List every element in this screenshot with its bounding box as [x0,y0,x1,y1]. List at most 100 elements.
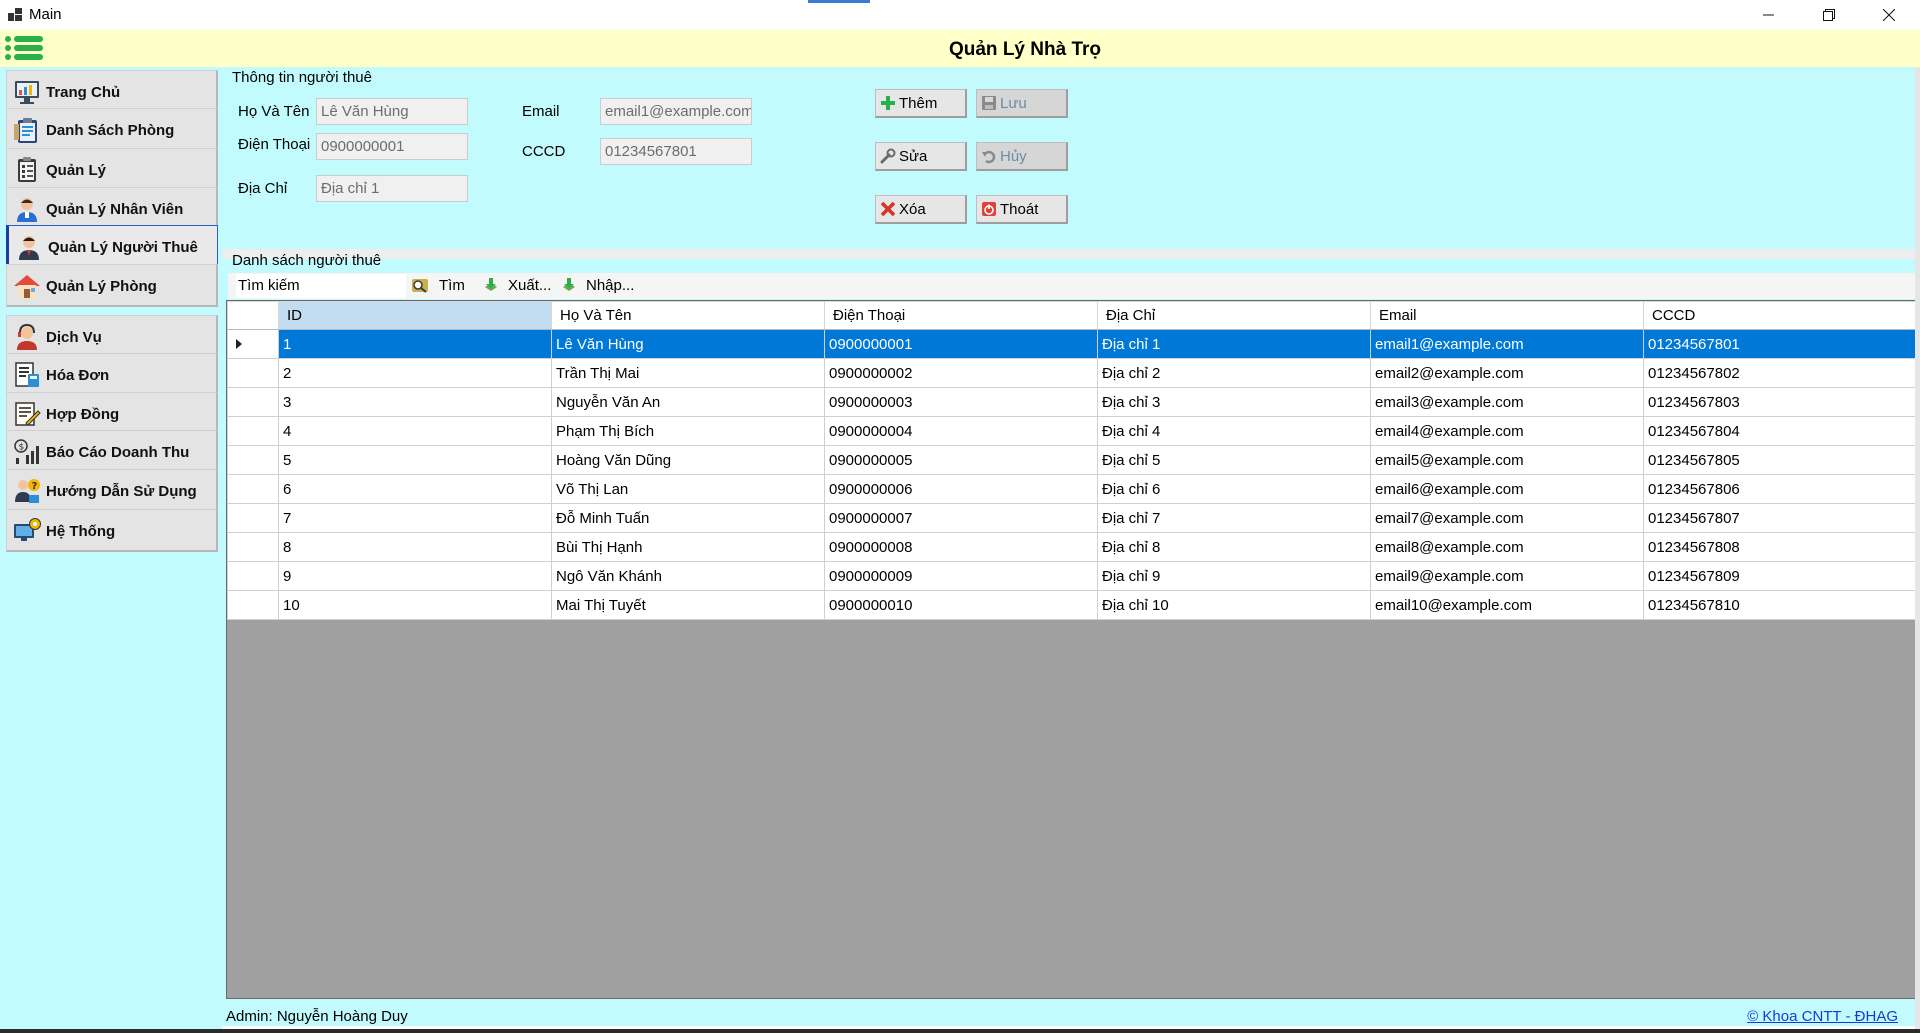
add-button[interactable]: Thêm [875,89,967,118]
column-header-email[interactable]: Email [1370,301,1644,330]
row-header[interactable] [227,416,279,446]
cell-email[interactable]: email9@example.com [1370,561,1644,591]
cell-id[interactable]: 3 [278,387,552,417]
table-row[interactable]: 5 Hoàng Văn Dũng 0900000005 Địa chỉ 5 em… [227,445,1918,475]
close-button[interactable] [1860,0,1918,30]
column-header-name[interactable]: Họ Và Tên [551,301,825,330]
cell-name[interactable]: Bùi Thị Hạnh [551,532,825,562]
cell-email[interactable]: email4@example.com [1370,416,1644,446]
sidebar-item-bao-cao-doanh-thu[interactable]: $ Báo Cáo Doanh Thu [6,430,218,473]
cell-phone[interactable]: 0900000008 [824,532,1098,562]
cell-cccd[interactable]: 01234567801 [1643,329,1918,359]
cell-email[interactable]: email7@example.com [1370,503,1644,533]
restore-button[interactable] [1800,0,1858,30]
cell-cccd[interactable]: 01234567803 [1643,387,1918,417]
cell-cccd[interactable]: 01234567802 [1643,358,1918,388]
column-header-id[interactable]: ID [278,301,552,330]
phone-field[interactable]: 0900000001 [316,133,468,160]
row-header[interactable] [227,561,279,591]
cell-cccd[interactable]: 01234567805 [1643,445,1918,475]
cell-address[interactable]: Địa chỉ 6 [1097,474,1371,504]
sidebar-item-quan-ly-nguoi-thue[interactable]: Quản Lý Người Thuê [6,225,218,268]
search-input[interactable]: Tìm kiếm [236,274,406,298]
table-row[interactable]: 10 Mai Thị Tuyết 0900000010 Địa chỉ 10 e… [227,590,1918,620]
sidebar-item-he-thong[interactable]: Hệ Thống [6,509,218,552]
cell-name[interactable]: Phạm Thị Bích [551,416,825,446]
table-row[interactable]: 6 Võ Thị Lan 0900000006 Địa chỉ 6 email6… [227,474,1918,504]
cell-email[interactable]: email5@example.com [1370,445,1644,475]
cell-cccd[interactable]: 01234567807 [1643,503,1918,533]
row-header[interactable] [227,329,279,359]
row-header[interactable] [227,532,279,562]
cell-name[interactable]: Nguyễn Văn An [551,387,825,417]
sidebar-item-quan-ly[interactable]: Quản Lý [6,148,218,191]
table-row[interactable]: 3 Nguyễn Văn An 0900000003 Địa chỉ 3 ema… [227,387,1918,417]
table-row[interactable]: 7 Đỗ Minh Tuấn 0900000007 Địa chỉ 7 emai… [227,503,1918,533]
column-header-address[interactable]: Địa Chỉ [1097,301,1371,330]
cell-id[interactable]: 10 [278,590,552,620]
cell-phone[interactable]: 0900000010 [824,590,1098,620]
delete-button[interactable]: Xóa [875,195,967,224]
row-header[interactable] [227,387,279,417]
cell-cccd[interactable]: 01234567806 [1643,474,1918,504]
row-header[interactable] [227,503,279,533]
cell-phone[interactable]: 0900000007 [824,503,1098,533]
cell-cccd[interactable]: 01234567809 [1643,561,1918,591]
cell-address[interactable]: Địa chỉ 4 [1097,416,1371,446]
cell-id[interactable]: 1 [278,329,552,359]
cell-name[interactable]: Mai Thị Tuyết [551,590,825,620]
cell-address[interactable]: Địa chỉ 5 [1097,445,1371,475]
cell-name[interactable]: Đỗ Minh Tuấn [551,503,825,533]
cell-email[interactable]: email2@example.com [1370,358,1644,388]
cell-phone[interactable]: 0900000002 [824,358,1098,388]
column-header-phone[interactable]: Điện Thoại [824,301,1098,330]
cell-address[interactable]: Địa chỉ 3 [1097,387,1371,417]
table-row[interactable]: 2 Trần Thị Mai 0900000002 Địa chỉ 2 emai… [227,358,1918,388]
row-header[interactable] [227,474,279,504]
column-header-cccd[interactable]: CCCD [1643,301,1918,330]
tenant-grid[interactable]: ID Họ Và Tên Điện Thoại Địa Chỉ Email CC… [226,300,1918,999]
cell-phone[interactable]: 0900000009 [824,561,1098,591]
import-button[interactable]: Nhập... [586,277,634,294]
cell-name[interactable]: Hoàng Văn Dũng [551,445,825,475]
sidebar-item-hop-dong[interactable]: Hợp Đồng [6,392,218,435]
cell-id[interactable]: 6 [278,474,552,504]
cell-id[interactable]: 4 [278,416,552,446]
table-row[interactable]: 1 Lê Văn Hùng 0900000001 Địa chỉ 1 email… [227,329,1918,359]
cell-address[interactable]: Địa chỉ 10 [1097,590,1371,620]
table-row[interactable]: 9 Ngô Văn Khánh 0900000009 Địa chỉ 9 ema… [227,561,1918,591]
sidebar-item-hoa-don[interactable]: Hóa Đơn [6,353,218,396]
cell-address[interactable]: Địa chỉ 9 [1097,561,1371,591]
sidebar-item-trang-chu[interactable]: Trang Chủ [6,70,218,113]
cell-phone[interactable]: 0900000004 [824,416,1098,446]
cell-address[interactable]: Địa chỉ 7 [1097,503,1371,533]
cell-id[interactable]: 2 [278,358,552,388]
export-button[interactable]: Xuất... [508,277,551,294]
sidebar-item-quan-ly-phong[interactable]: Quản Lý Phòng [6,264,218,307]
cell-id[interactable]: 8 [278,532,552,562]
cell-address[interactable]: Địa chỉ 8 [1097,532,1371,562]
cell-name[interactable]: Lê Văn Hùng [551,329,825,359]
exit-button[interactable]: Thoát [976,195,1068,224]
cell-id[interactable]: 5 [278,445,552,475]
row-header[interactable] [227,445,279,475]
sidebar-item-quan-ly-nhan-vien[interactable]: Quản Lý Nhân Viên [6,187,218,230]
sidebar-item-huong-dan-su-dung[interactable]: ? Hướng Dẫn Sử Dụng [6,469,218,512]
cell-phone[interactable]: 0900000003 [824,387,1098,417]
cell-id[interactable]: 7 [278,503,552,533]
cell-email[interactable]: email6@example.com [1370,474,1644,504]
cell-email[interactable]: email1@example.com [1370,329,1644,359]
cell-cccd[interactable]: 01234567810 [1643,590,1918,620]
credit-link[interactable]: © Khoa CNTT - ĐHAG [1747,1008,1898,1025]
cell-email[interactable]: email8@example.com [1370,532,1644,562]
cell-email[interactable]: email10@example.com [1370,590,1644,620]
cell-phone[interactable]: 0900000001 [824,329,1098,359]
minimize-button[interactable] [1740,0,1798,30]
table-row[interactable]: 8 Bùi Thị Hạnh 0900000008 Địa chỉ 8 emai… [227,532,1918,562]
cell-phone[interactable]: 0900000006 [824,474,1098,504]
name-field[interactable]: Lê Văn Hùng [316,98,468,125]
table-row[interactable]: 4 Phạm Thị Bích 0900000004 Địa chỉ 4 ema… [227,416,1918,446]
cell-address[interactable]: Địa chỉ 2 [1097,358,1371,388]
cell-name[interactable]: Ngô Văn Khánh [551,561,825,591]
find-button[interactable]: Tìm [439,277,465,294]
